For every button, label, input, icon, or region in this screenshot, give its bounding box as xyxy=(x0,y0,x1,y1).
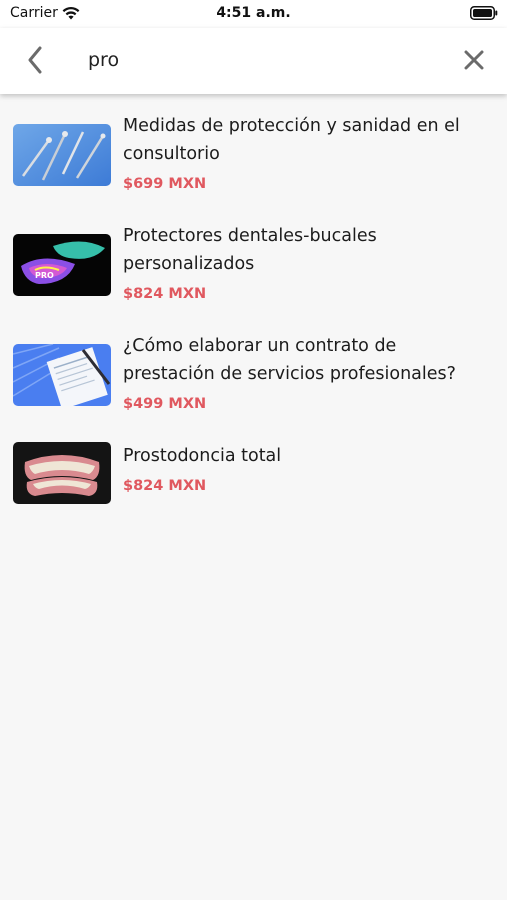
result-title: ¿Cómo elaborar un contrato de prestación… xyxy=(123,336,456,384)
result-thumbnail xyxy=(13,442,111,504)
clear-search-button[interactable] xyxy=(457,43,491,77)
back-button[interactable] xyxy=(18,43,52,77)
result-price: $824 MXN xyxy=(123,286,207,302)
search-header xyxy=(0,28,507,94)
contract-document-image xyxy=(13,344,111,406)
mouthguard-image: PRO xyxy=(13,234,111,296)
result-title: Medidas de protección y sanidad en el co… xyxy=(123,116,460,164)
result-thumbnail: PRO xyxy=(13,234,111,296)
result-price: $499 MXN xyxy=(123,396,207,412)
result-item[interactable]: Prostodoncia total $824 MXN xyxy=(0,442,507,522)
chevron-left-icon xyxy=(28,46,42,74)
result-price: $699 MXN xyxy=(123,176,207,192)
status-bar: Carrier 4:51 a.m. xyxy=(0,0,507,28)
result-title: Prostodoncia total xyxy=(123,446,282,466)
dental-instruments-image xyxy=(13,124,111,186)
close-icon xyxy=(464,50,484,70)
result-price: $824 MXN xyxy=(123,478,207,494)
svg-text:PRO: PRO xyxy=(35,271,54,280)
result-item[interactable]: Medidas de protección y sanidad en el co… xyxy=(0,112,507,212)
result-title: Protectores dentales-bucales personaliza… xyxy=(123,226,377,274)
result-thumbnail xyxy=(13,344,111,406)
result-item[interactable]: ¿Cómo elaborar un contrato de prestación… xyxy=(0,332,507,432)
battery-icon xyxy=(470,6,498,20)
denture-image xyxy=(13,442,111,504)
result-item[interactable]: PRO Protectores dentales-bucales persona… xyxy=(0,222,507,322)
search-input[interactable] xyxy=(88,45,428,75)
clock: 4:51 a.m. xyxy=(216,5,291,21)
result-thumbnail xyxy=(13,124,111,186)
